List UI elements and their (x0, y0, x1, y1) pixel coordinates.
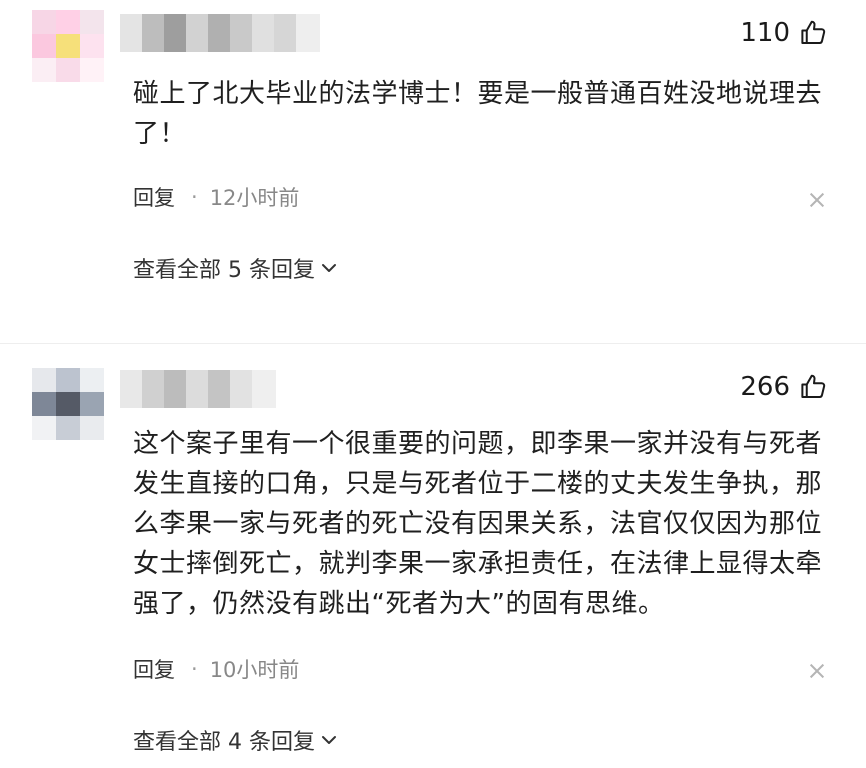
blur-block (164, 14, 186, 52)
avatar-pixel (56, 392, 80, 416)
reply-button[interactable]: 回复 (133, 182, 175, 212)
blur-block (186, 370, 208, 408)
avatar-pixel (80, 34, 104, 58)
chevron-down-icon (321, 264, 336, 272)
avatar-pixel (32, 58, 56, 82)
blur-block (164, 370, 186, 408)
avatar[interactable] (32, 368, 104, 440)
blur-block (208, 370, 230, 408)
thumbs-up-icon (801, 374, 826, 398)
comment-text: 碰上了北大毕业的法学博士！要是一般普通百姓没地说理去了！ (133, 79, 823, 149)
avatar-pixel (56, 416, 80, 440)
avatar-pixel (56, 10, 80, 34)
comment-meta: 回复 · 12小时前 (133, 182, 299, 212)
avatar-pixel (32, 10, 56, 34)
comment-time: 12小时前 (209, 186, 300, 210)
like-button[interactable]: 266 (740, 372, 828, 402)
comment-text: 这个案子里有一个很重要的问题，即李果一家并没有与死者发生直接的口角，只是与死者位… (133, 429, 823, 619)
blur-block (230, 14, 252, 52)
blur-block (208, 14, 230, 52)
chevron-down-icon (321, 736, 336, 744)
view-all-replies-label: 查看全部 4 条回复 (133, 730, 315, 755)
comment-meta: 回复 · 10小时前 (133, 654, 299, 684)
avatar-pixel (32, 416, 56, 440)
avatar[interactable] (32, 10, 104, 82)
blur-block (120, 370, 142, 408)
close-icon[interactable] (810, 664, 824, 678)
view-all-replies-button[interactable]: 查看全部 5 条回复 (133, 252, 337, 284)
avatar-pixel (32, 34, 56, 58)
thumbs-up-icon (801, 20, 826, 44)
like-count: 266 (740, 372, 790, 402)
comment-time: 10小时前 (209, 658, 300, 682)
separator-dot: · (191, 657, 198, 681)
like-count: 110 (740, 18, 790, 48)
avatar-pixel (56, 368, 80, 392)
avatar-pixel (32, 368, 56, 392)
blur-block (186, 14, 208, 52)
avatar-pixel (32, 392, 56, 416)
blur-block (274, 14, 296, 52)
blur-block (296, 14, 320, 52)
blur-block (142, 370, 164, 408)
blur-block (252, 370, 276, 408)
like-button[interactable]: 110 (740, 18, 828, 48)
blur-block (230, 370, 252, 408)
view-all-replies-button[interactable]: 查看全部 4 条回复 (133, 724, 337, 756)
avatar-pixel (80, 58, 104, 82)
blur-block (252, 14, 274, 52)
close-icon[interactable] (810, 193, 824, 207)
avatar-pixel (80, 416, 104, 440)
avatar-pixel (56, 58, 80, 82)
blur-block (142, 14, 164, 52)
blur-block (120, 14, 142, 52)
avatar-pixel (80, 10, 104, 34)
avatar-pixel (80, 392, 104, 416)
reply-button[interactable]: 回复 (133, 654, 175, 684)
comment-divider (0, 343, 866, 344)
avatar-pixel (56, 34, 80, 58)
view-all-replies-label: 查看全部 5 条回复 (133, 258, 315, 283)
avatar-pixel (80, 368, 104, 392)
separator-dot: · (191, 185, 198, 209)
